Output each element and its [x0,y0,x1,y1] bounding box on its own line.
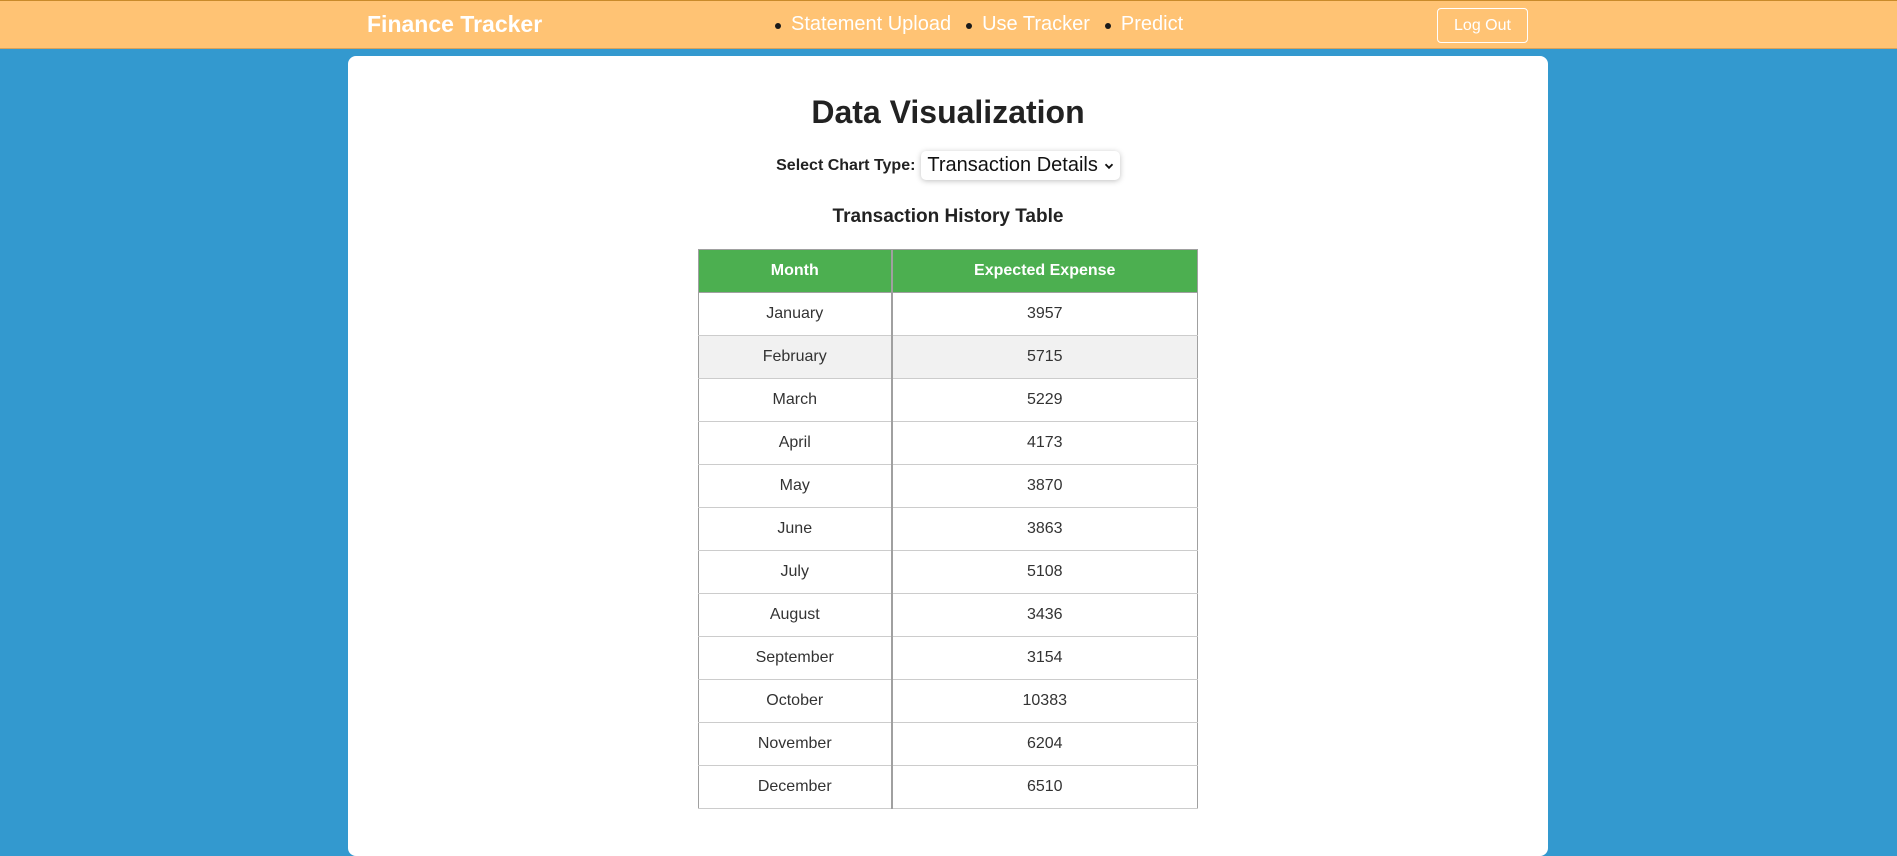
expense-cell: 5108 [891,550,1198,594]
expense-cell: 6204 [891,722,1198,766]
table-row: April 4173 [698,421,1198,465]
expense-cell: 3957 [891,292,1198,336]
nav-link-label[interactable]: Statement Upload [791,13,951,36]
month-cell: December [698,765,893,809]
expense-cell: 3870 [891,464,1198,508]
month-cell: May [698,464,893,508]
brand-logo-text[interactable]: Finance Tracker [367,11,542,38]
expense-cell: 10383 [891,679,1198,723]
main-card: Data Visualization Select Chart Type: Tr… [348,56,1548,856]
table-row: February 5715 [698,335,1198,379]
bullet-icon [775,23,781,29]
month-cell: June [698,507,893,551]
chevron-down-icon [1104,163,1114,169]
month-cell: January [698,292,893,336]
table-row: August 3436 [698,593,1198,637]
page-title: Data Visualization [811,94,1085,130]
table-row: September 3154 [698,636,1198,680]
table-row: October 10383 [698,679,1198,723]
table-row: July 5108 [698,550,1198,594]
table-row: May 3870 [698,464,1198,508]
month-cell: March [698,378,893,422]
transaction-history-table: Month Expected Expense January 3957 Febru… [698,249,1198,809]
month-cell: October [698,679,893,723]
expense-cell: 3154 [891,636,1198,680]
column-header-month: Month [698,249,893,293]
expense-cell: 5229 [891,378,1198,422]
month-cell: November [698,722,893,766]
table-row: March 5229 [698,378,1198,422]
column-header-expected-expense: Expected Expense [891,249,1198,293]
table-row: June 3863 [698,507,1198,551]
nav-item-predict[interactable]: Predict [1104,13,1183,36]
expense-cell: 5715 [891,335,1198,379]
month-cell: July [698,550,893,594]
expense-cell: 6510 [891,765,1198,809]
logout-button[interactable]: Log Out [1437,8,1528,43]
nav-item-statement-upload[interactable]: Statement Upload [775,13,951,36]
nav-item-use-tracker[interactable]: Use Tracker [966,13,1090,36]
nav-links: Statement Upload Use Tracker Predict [775,13,1198,36]
chart-type-label: Select Chart Type: [776,156,916,174]
month-cell: August [698,593,893,637]
month-cell: February [698,335,893,379]
month-cell: September [698,636,893,680]
bullet-icon [1104,23,1111,29]
nav-link-label[interactable]: Use Tracker [982,13,1090,36]
table-header-row: Month Expected Expense [698,249,1198,293]
chart-type-row: Select Chart Type: Transaction Details [348,151,1548,180]
table-row: December 6510 [698,765,1198,809]
nav-link-label[interactable]: Predict [1121,13,1183,36]
table-row: November 6204 [698,722,1198,766]
chart-type-select[interactable]: Transaction Details [921,151,1120,180]
expense-cell: 3436 [891,593,1198,637]
month-cell: April [698,421,893,465]
expense-cell: 4173 [891,421,1198,465]
chart-type-selected-value: Transaction Details [927,154,1098,176]
table-row: January 3957 [698,292,1198,336]
bullet-icon [966,23,973,29]
table-title: Transaction History Table [832,206,1064,227]
top-navbar: Finance Tracker Statement Upload Use Tra… [0,0,1897,49]
expense-cell: 3863 [891,507,1198,551]
